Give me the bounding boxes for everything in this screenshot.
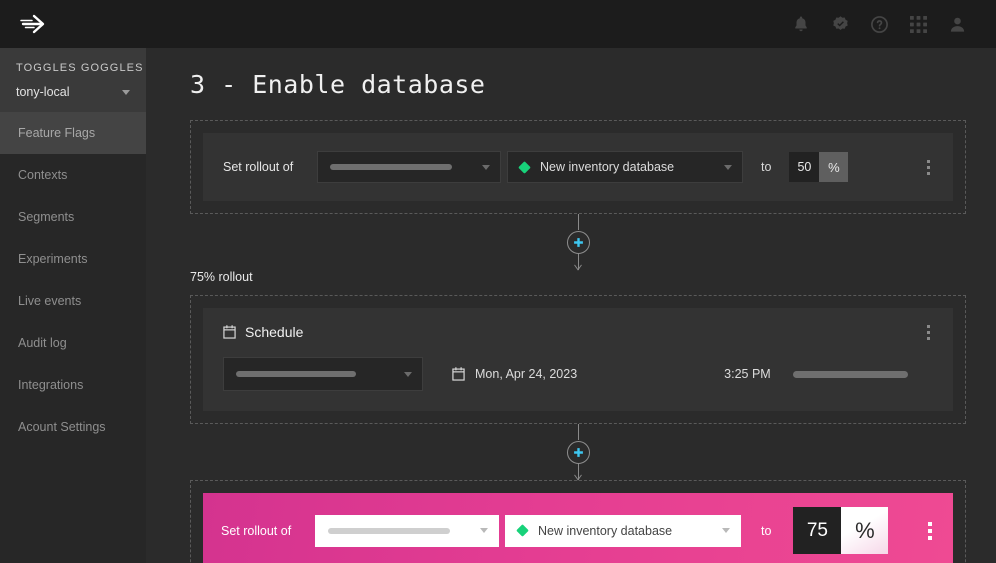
add-step-button-1[interactable] — [566, 230, 590, 254]
arrow-logo[interactable] — [18, 9, 48, 39]
top-bar — [0, 0, 996, 48]
rollout-rule-card-bottom[interactable]: Set rollout of New inventory database to… — [203, 493, 953, 563]
rule-group-top: Set rollout of New inventory database to… — [190, 120, 966, 214]
kebab-dot — [926, 336, 930, 340]
connector-line — [578, 214, 579, 230]
calendar-icon — [223, 325, 236, 339]
rollout-percent-stepper-bottom[interactable]: 75 % — [793, 507, 889, 554]
attribute-select-bottom[interactable] — [315, 514, 499, 547]
page-title: 3 - Enable database — [190, 70, 486, 99]
chevron-down-icon — [724, 164, 732, 170]
account-icon[interactable] — [946, 13, 968, 35]
schedule-type-select[interactable] — [223, 357, 423, 391]
kebab-dot — [926, 159, 930, 163]
sidebar-item-label: Live events — [18, 294, 82, 308]
add-step-connector-2 — [190, 424, 966, 481]
kebab-dot — [928, 528, 932, 533]
placeholder-bar — [330, 164, 452, 170]
calendar-icon — [452, 367, 465, 381]
sidebar-item-experiments[interactable]: Experiments — [0, 238, 146, 280]
schedule-row: Mon, Apr 24, 2023 3:25 PM — [223, 357, 933, 391]
sidebar-item-label: Acount Settings — [18, 420, 106, 434]
rollout-unit[interactable]: % — [841, 507, 889, 554]
kebab-dot — [926, 324, 930, 328]
to-label: to — [761, 160, 772, 174]
sidebar-item-label: Segments — [18, 210, 75, 224]
attribute-select-top[interactable] — [317, 151, 501, 183]
rollout-unit[interactable]: % — [819, 152, 849, 182]
schedule-title: Schedule — [245, 324, 304, 340]
project-name: tony-local — [16, 85, 70, 99]
rule-label: Set rollout of — [223, 160, 294, 174]
topbar-icon-group — [790, 13, 980, 35]
rule-overflow-menu-top[interactable] — [913, 159, 933, 175]
kebab-dot — [926, 171, 930, 175]
sidebar-item-feature-flags[interactable]: Feature Flags — [0, 112, 146, 154]
flag-name: New inventory database — [540, 160, 675, 174]
rule-label: Set rollout of — [221, 523, 292, 538]
schedule-time[interactable]: 3:25 PM — [724, 367, 771, 381]
chevron-down-icon — [722, 528, 730, 533]
rollout-value[interactable]: 50 — [789, 152, 820, 182]
kebab-dot — [926, 165, 930, 169]
sidebar-item-label: Experiments — [18, 252, 88, 266]
schedule-header: Schedule — [223, 324, 933, 340]
schedule-card[interactable]: Schedule Mon, Apr 24, 2023 3:25 PM — [203, 308, 953, 411]
sidebar-item-integrations[interactable]: Integrations — [0, 364, 146, 406]
add-step-connector-1 — [190, 214, 966, 271]
connector-line — [578, 424, 579, 440]
sidebar-item-live-events[interactable]: Live events — [0, 280, 146, 322]
rollout-rule-card-top[interactable]: Set rollout of New inventory database to… — [203, 133, 953, 201]
sidebar-item-contexts[interactable]: Contexts — [0, 154, 146, 196]
chevron-down-icon — [482, 164, 490, 170]
schedule-date: Mon, Apr 24, 2023 — [475, 367, 578, 381]
flag-select-bottom[interactable]: New inventory database — [505, 514, 741, 547]
chevron-down-icon — [480, 528, 488, 533]
kebab-dot — [928, 521, 932, 526]
sidebar-item-segments[interactable]: Segments — [0, 196, 146, 238]
flag-select-top[interactable]: New inventory database — [507, 151, 743, 183]
kebab-dot — [926, 330, 930, 334]
kebab-dot — [928, 535, 932, 540]
sidebar-item-label: Contexts — [18, 168, 68, 182]
app-grid-icon[interactable] — [907, 13, 929, 35]
help-icon[interactable] — [868, 13, 890, 35]
verified-badge-icon[interactable] — [829, 13, 851, 35]
sidebar-item-label: Feature Flags — [18, 126, 96, 140]
flag-diamond-icon — [516, 524, 529, 537]
chevron-down-icon — [404, 371, 412, 377]
sidebar-item-label: Integrations — [18, 378, 84, 392]
schedule-overflow-menu[interactable] — [913, 324, 933, 340]
app-shell: TOGGLES GOGGLES tony-local Feature Flags… — [0, 48, 996, 563]
sidebar-item-account-settings[interactable]: Acount Settings — [0, 406, 146, 448]
rule-group-bottom: Set rollout of New inventory database to… — [190, 480, 966, 563]
organization-name: TOGGLES GOGGLES — [16, 62, 144, 74]
flag-diamond-icon — [518, 160, 531, 174]
to-label: to — [761, 523, 772, 538]
add-step-button-2[interactable] — [566, 440, 590, 464]
flag-name: New inventory database — [538, 523, 673, 538]
notifications-icon[interactable] — [790, 13, 812, 35]
sidebar-item-label: Audit log — [18, 336, 67, 350]
rollout-value[interactable]: 75 — [793, 507, 842, 554]
project-dropdown[interactable]: tony-local — [16, 85, 130, 99]
project-selector-block[interactable]: TOGGLES GOGGLES tony-local — [0, 48, 146, 112]
placeholder-bar — [792, 370, 908, 378]
placeholder-bar — [236, 371, 356, 377]
sidebar-item-audit-log[interactable]: Audit log — [0, 322, 146, 364]
sidebar: TOGGLES GOGGLES tony-local Feature Flags… — [0, 48, 146, 563]
schedule-date-group[interactable]: Mon, Apr 24, 2023 — [452, 367, 577, 381]
rollout-percentage-label: 75% rollout — [190, 270, 253, 284]
placeholder-bar — [328, 527, 450, 534]
rule-group-schedule: Schedule Mon, Apr 24, 2023 3:25 PM — [190, 295, 966, 424]
rollout-percent-stepper-top[interactable]: 50 % — [789, 152, 849, 182]
main-content: 3 - Enable database Set rollout of New i… — [146, 48, 996, 563]
connector-arrow-icon — [574, 264, 582, 271]
rule-overflow-menu-bottom[interactable] — [915, 521, 935, 540]
chevron-down-icon — [122, 89, 130, 95]
